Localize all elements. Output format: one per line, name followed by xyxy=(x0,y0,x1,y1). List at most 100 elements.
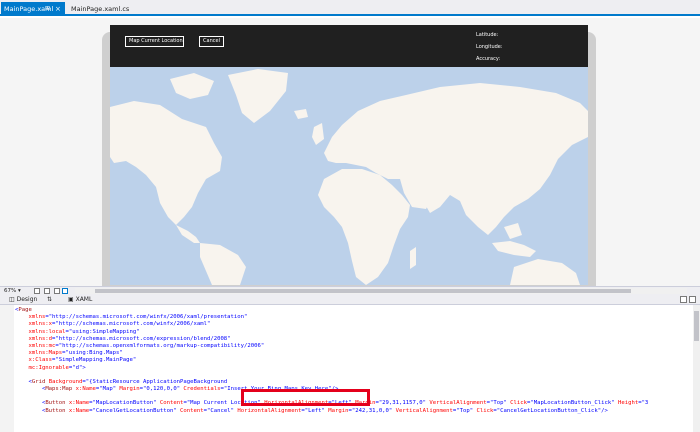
code-token: "Map" xyxy=(99,386,117,393)
code-token: VerticalAlignment xyxy=(392,407,453,414)
code-token: VerticalAlignment xyxy=(425,400,487,407)
code-line[interactable]: xmlns:Maps="using:Bing.Maps" xyxy=(15,350,691,357)
code-line[interactable]: <Page xyxy=(15,307,691,314)
cancel-button[interactable]: Cancel xyxy=(199,36,224,47)
code-token: xmlns:x xyxy=(15,321,53,328)
code-token: "MapLocationButton" xyxy=(92,400,157,407)
code-line[interactable]: xmlns:d="http://schemas.microsoft.com/ex… xyxy=(15,336,691,343)
longitude-label: Longitude: xyxy=(476,44,503,50)
code-token: Click xyxy=(473,407,494,414)
close-icon[interactable]: × xyxy=(55,2,61,16)
tab-xaml[interactable]: ▣ XAML xyxy=(68,296,92,304)
code-token: Background xyxy=(45,378,83,385)
vertical-scrollbar[interactable] xyxy=(693,305,700,432)
code-token: "using:Bing.Maps" xyxy=(65,350,123,357)
bing-map[interactable] xyxy=(110,67,588,285)
tab-label: MainPage.xaml.cs xyxy=(71,5,130,13)
code-token: /> xyxy=(601,407,608,414)
tab-mainpage-xaml-cs[interactable]: MainPage.xaml.cs xyxy=(68,2,132,16)
code-token: < xyxy=(15,386,46,393)
code-token: x:Name xyxy=(72,386,96,393)
design-label: Design xyxy=(16,296,38,303)
xaml-icon: ▣ xyxy=(68,296,74,303)
code-token: "29,31,1157,0" xyxy=(378,400,426,407)
code-token: Grid xyxy=(31,378,46,385)
accuracy-label: Accuracy: xyxy=(476,56,501,62)
code-token: "SimpleMapping.MainPage" xyxy=(55,357,137,364)
code-token: xmlns:local xyxy=(15,328,66,335)
code-token: "http://schemas.microsoft.com/winfx/2006… xyxy=(48,314,248,321)
vertical-split-icon[interactable] xyxy=(689,296,696,303)
code-token: xmlns:d xyxy=(15,335,53,342)
code-token: Button xyxy=(45,400,66,407)
pin-icon[interactable]: ⊞ xyxy=(45,2,50,16)
code-token: x:Name xyxy=(65,400,90,407)
code-token: "Top" xyxy=(489,400,507,407)
snap-grid-icon[interactable] xyxy=(44,288,50,294)
horizontal-scrollbar[interactable] xyxy=(75,288,687,294)
code-token: "242,31,0,0" xyxy=(351,407,393,414)
code-token: "CancelGetLocationButton_Click" xyxy=(496,407,602,414)
code-line[interactable]: <Button x:Name="CancelGetLocationButton"… xyxy=(15,408,691,415)
scrollbar-thumb[interactable] xyxy=(95,289,631,293)
scrollbar-thumb[interactable] xyxy=(694,311,699,341)
xaml-code-editor[interactable]: <Page xmlns="http://schemas.microsoft.co… xyxy=(0,305,700,432)
snap-lines-icon[interactable] xyxy=(62,288,68,294)
code-token: < xyxy=(15,407,46,414)
code-token: "http://schemas.openxmlformats.org/marku… xyxy=(58,342,265,349)
swap-panes-icon[interactable]: ⇅ xyxy=(47,296,52,304)
code-token: Margin xyxy=(116,386,140,393)
code-token: Content xyxy=(156,400,184,407)
code-token: "http://schemas.microsoft.com/expression… xyxy=(55,335,231,342)
code-token: Click xyxy=(506,400,528,407)
app-header-bar: Map Current Location Cancel Latitude: Lo… xyxy=(110,25,588,67)
code-line[interactable]: xmlns:x="http://schemas.microsoft.com/wi… xyxy=(15,321,691,328)
horizontal-split-icon[interactable] xyxy=(680,296,687,303)
code-token: xmlns:mc xyxy=(15,342,56,349)
design-icon: ◫ xyxy=(9,296,15,303)
code-line[interactable]: x:Class="SimpleMapping.MainPage" xyxy=(15,357,691,364)
grid-icon[interactable] xyxy=(34,288,40,294)
xaml-label: XAML xyxy=(75,296,93,303)
code-token: "MapLocationButton_Click" xyxy=(530,400,615,407)
code-token: Page xyxy=(18,307,32,313)
code-token: Margin xyxy=(324,407,349,414)
code-token: Height xyxy=(614,400,639,407)
map-current-location-button[interactable]: Map Current Location xyxy=(125,36,184,47)
code-content[interactable]: <Page xmlns="http://schemas.microsoft.co… xyxy=(15,307,691,432)
code-token: "CancelGetLocationButton" xyxy=(92,407,177,414)
code-line[interactable]: mc:Ignorable="d"> xyxy=(15,365,691,372)
code-token: "0,120,0,0" xyxy=(143,386,181,393)
code-token: "Top" xyxy=(456,407,474,414)
zoom-dropdown[interactable]: 67% ▾ xyxy=(4,287,30,295)
tab-mainpage-xaml[interactable]: MainPage.xaml ⊞ × xyxy=(1,2,65,16)
code-line[interactable] xyxy=(15,372,691,379)
code-token: < xyxy=(15,400,46,407)
code-token: "3 xyxy=(641,400,649,407)
code-token: x:Name xyxy=(65,407,90,414)
code-line[interactable]: <Grid Background="{StaticResource Applic… xyxy=(15,379,691,386)
code-line[interactable]: xmlns="http://schemas.microsoft.com/winf… xyxy=(15,314,691,321)
editor-gutter xyxy=(0,305,14,432)
code-token: "Cancel" xyxy=(207,407,234,414)
latitude-label: Latitude: xyxy=(476,32,499,38)
document-tab-strip: MainPage.xaml ⊞ × MainPage.xaml.cs xyxy=(0,0,700,16)
code-line[interactable]: xmlns:mc="http://schemas.openxmlformats.… xyxy=(15,343,691,350)
code-token: "d"> xyxy=(72,364,86,371)
code-token: xmlns xyxy=(15,314,46,321)
code-token: Content xyxy=(176,407,204,414)
code-line[interactable]: xmlns:local="using:SimpleMapping" xyxy=(15,329,691,336)
code-token: Credentials xyxy=(180,386,221,393)
tab-design[interactable]: ◫ Design xyxy=(9,296,37,304)
code-token: "using:SimpleMapping" xyxy=(68,328,140,335)
code-token: mc:Ignorable xyxy=(15,364,69,371)
credentials-highlight-box xyxy=(241,389,370,406)
code-token: < xyxy=(15,378,32,385)
zoom-value: 67% xyxy=(4,288,17,294)
split-view-tabs: ◫ Design ⇅ ▣ XAML xyxy=(0,295,700,305)
app-preview[interactable]: Map Current Location Cancel Latitude: Lo… xyxy=(110,25,588,285)
code-token: Maps:Map xyxy=(45,386,73,393)
artboard-icon[interactable] xyxy=(54,288,60,294)
code-token: Button xyxy=(45,407,66,414)
code-token: x:Class xyxy=(15,357,53,364)
